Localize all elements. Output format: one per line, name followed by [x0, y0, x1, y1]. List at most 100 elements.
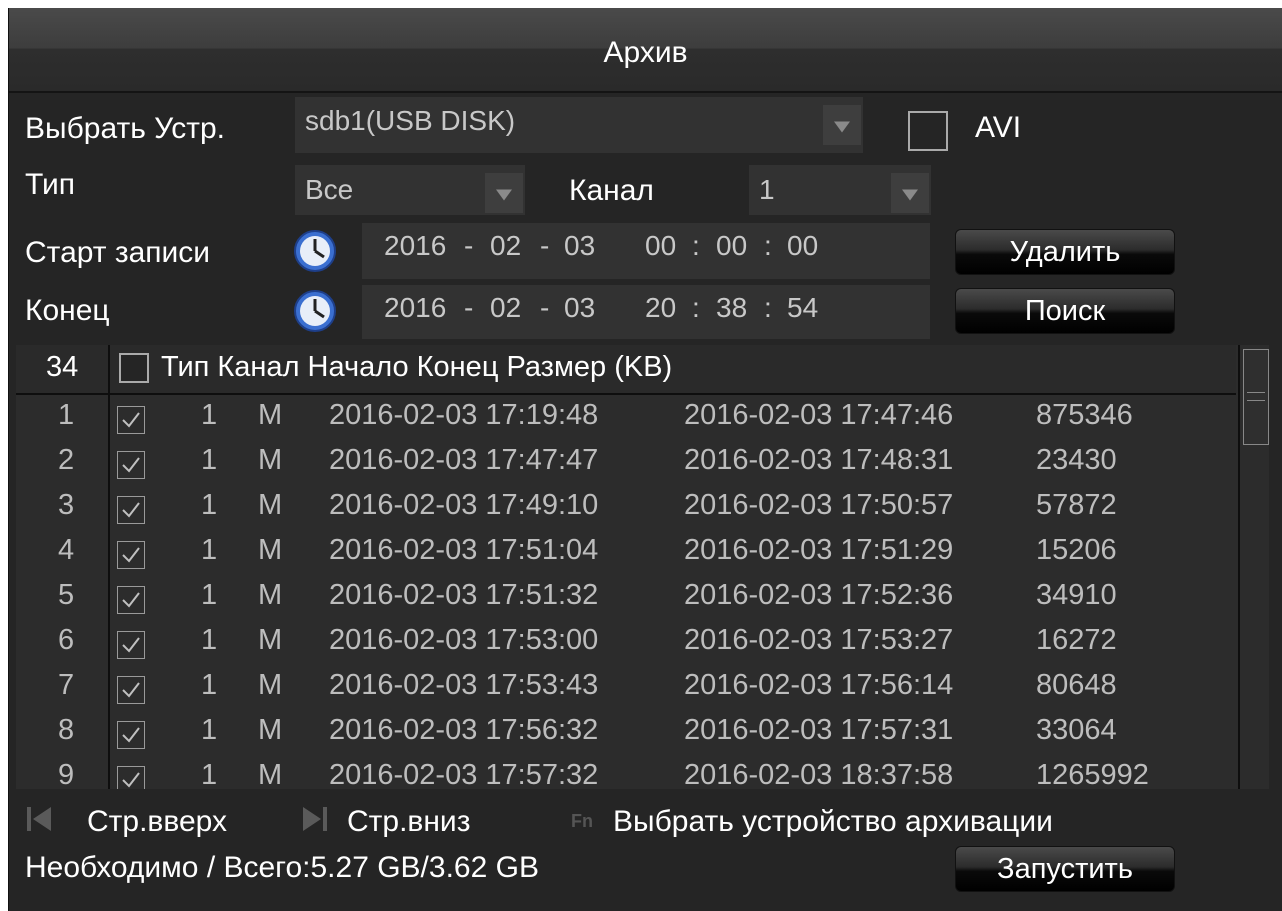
- table-row[interactable]: 5 1 M 2016-02-03 17:51:32 2016-02-03 17:52:3…: [16, 575, 1236, 620]
- start-label: Старт записи: [25, 236, 211, 269]
- row-number: 5: [58, 579, 75, 611]
- date-separator: -: [464, 230, 474, 261]
- row-start-time: 2016-02-03 17:51:04: [329, 534, 599, 566]
- row-checkbox[interactable]: [117, 451, 145, 479]
- end-year[interactable]: 2016: [384, 285, 446, 331]
- table-scrollbar[interactable]: [1238, 345, 1269, 789]
- row-end-time: 2016-02-03 17:51:29: [684, 534, 954, 566]
- device-value: sdb1(USB DISK): [295, 97, 863, 153]
- row-size-kb: 16272: [1036, 624, 1117, 656]
- table-row[interactable]: 7 1 M 2016-02-03 17:53:43 2016-02-03 17:56:1…: [16, 665, 1236, 710]
- time-separator: :: [692, 230, 700, 261]
- page-up-label: Стр.вверх: [87, 805, 227, 838]
- start-second[interactable]: 00: [787, 223, 818, 269]
- time-separator: :: [692, 292, 700, 323]
- end-datetime-input[interactable]: 2016 - 02 - 03 20 : 38 : 54: [362, 285, 930, 339]
- row-size-kb: 57872: [1036, 489, 1117, 521]
- row-end-time: 2016-02-03 17:57:31: [684, 714, 954, 746]
- checkmark-icon: [122, 502, 140, 518]
- row-number: 6: [58, 624, 75, 656]
- end-month[interactable]: 02: [490, 285, 521, 331]
- page-down-button[interactable]: Стр.вниз: [301, 797, 531, 841]
- row-channel: 1: [201, 444, 218, 476]
- row-start-time: 2016-02-03 17:47:47: [329, 444, 599, 476]
- page-down-label: Стр.вниз: [347, 805, 471, 838]
- row-type: M: [258, 534, 283, 566]
- row-number: 8: [58, 714, 75, 746]
- date-separator: -: [540, 230, 550, 261]
- row-type: M: [258, 489, 283, 521]
- dialog-title: Архив: [603, 36, 688, 69]
- type-label: Тип: [25, 168, 76, 201]
- row-channel: 1: [201, 579, 218, 611]
- row-channel: 1: [201, 534, 218, 566]
- row-number: 7: [58, 669, 75, 701]
- row-checkbox[interactable]: [117, 766, 145, 789]
- start-day[interactable]: 03: [564, 223, 595, 269]
- checkmark-icon: [122, 592, 140, 608]
- select-backup-label: Выбрать устройство архивации: [613, 805, 1053, 838]
- scrollbar-thumb[interactable]: [1243, 349, 1269, 445]
- checkmark-icon: [122, 547, 140, 563]
- start-datetime-input[interactable]: 2016 - 02 - 03 00 : 00 : 00: [362, 223, 930, 279]
- end-minute[interactable]: 38: [716, 285, 747, 331]
- row-size-kb: 1265992: [1036, 759, 1149, 789]
- end-second[interactable]: 54: [787, 285, 818, 331]
- table-header-columns: Тип Канал Начало Конец Размер (KB): [161, 351, 673, 383]
- row-type: M: [258, 669, 283, 701]
- table-row[interactable]: 8 1 M 2016-02-03 17:56:32 2016-02-03 17:57:3…: [16, 710, 1236, 755]
- device-dropdown[interactable]: sdb1(USB DISK): [295, 97, 863, 153]
- start-hour[interactable]: 00: [645, 223, 676, 269]
- row-start-time: 2016-02-03 17:51:32: [329, 579, 599, 611]
- row-start-time: 2016-02-03 17:57:32: [329, 759, 599, 789]
- avi-checkbox[interactable]: [908, 111, 948, 151]
- select-backup-device-button[interactable]: Fn Выбрать устройство архивации: [571, 797, 1191, 841]
- table-row[interactable]: 4 1 M 2016-02-03 17:51:04 2016-02-03 17:51:2…: [16, 530, 1236, 575]
- channel-dropdown[interactable]: 1: [749, 165, 931, 215]
- row-checkbox[interactable]: [117, 721, 145, 749]
- required-total-size: Необходимо / Всего:5.27 GB/3.62 GB: [25, 851, 539, 884]
- start-month[interactable]: 02: [490, 223, 521, 269]
- row-size-kb: 875346: [1036, 399, 1133, 431]
- row-channel: 1: [201, 714, 218, 746]
- type-dropdown[interactable]: Все: [295, 165, 525, 215]
- thumb-grip: [1247, 392, 1265, 393]
- row-checkbox[interactable]: [117, 541, 145, 569]
- row-end-time: 2016-02-03 17:56:14: [684, 669, 954, 701]
- row-checkbox[interactable]: [117, 496, 145, 524]
- row-start-time: 2016-02-03 17:19:48: [329, 399, 599, 431]
- row-end-time: 2016-02-03 17:48:31: [684, 444, 954, 476]
- row-channel: 1: [201, 489, 218, 521]
- table-row[interactable]: 3 1 M 2016-02-03 17:49:10 2016-02-03 17:50:5…: [16, 485, 1236, 530]
- row-checkbox[interactable]: [117, 406, 145, 434]
- table-row[interactable]: 1 1 M 2016-02-03 17:19:48 2016-02-03 17:47:4…: [16, 395, 1236, 440]
- row-checkbox[interactable]: [117, 586, 145, 614]
- end-hour[interactable]: 20: [645, 285, 676, 331]
- clock-icon[interactable]: [293, 229, 337, 273]
- start-minute[interactable]: 00: [716, 223, 747, 269]
- chevron-down-icon: [823, 105, 861, 145]
- row-channel: 1: [201, 624, 218, 656]
- table-row[interactable]: 2 1 M 2016-02-03 17:47:47 2016-02-03 17:48:3…: [16, 440, 1236, 485]
- select-all-checkbox[interactable]: [119, 353, 149, 383]
- start-year[interactable]: 2016: [384, 223, 446, 269]
- page-up-button[interactable]: Стр.вверх: [25, 797, 255, 841]
- end-label: Конец: [25, 294, 110, 327]
- row-size-kb: 33064: [1036, 714, 1117, 746]
- table-row[interactable]: 9 1 M 2016-02-03 17:57:32 2016-02-03 18:37:5…: [16, 755, 1236, 789]
- clock-icon[interactable]: [293, 289, 337, 333]
- row-checkbox[interactable]: [117, 631, 145, 659]
- row-number: 9: [58, 759, 75, 789]
- start-backup-button[interactable]: Запустить: [955, 846, 1175, 892]
- row-size-kb: 80648: [1036, 669, 1117, 701]
- row-number: 3: [58, 489, 75, 521]
- row-checkbox[interactable]: [117, 676, 145, 704]
- row-start-time: 2016-02-03 17:49:10: [329, 489, 599, 521]
- delete-button[interactable]: Удалить: [955, 229, 1175, 275]
- search-button[interactable]: Поиск: [955, 288, 1175, 334]
- end-day[interactable]: 03: [564, 285, 595, 331]
- time-separator: :: [764, 292, 772, 323]
- table-row[interactable]: 6 1 M 2016-02-03 17:53:00 2016-02-03 17:53:2…: [16, 620, 1236, 665]
- footer: Стр.вверх Стр.вниз Fn Выбрать устройство…: [9, 789, 1282, 911]
- row-channel: 1: [201, 669, 218, 701]
